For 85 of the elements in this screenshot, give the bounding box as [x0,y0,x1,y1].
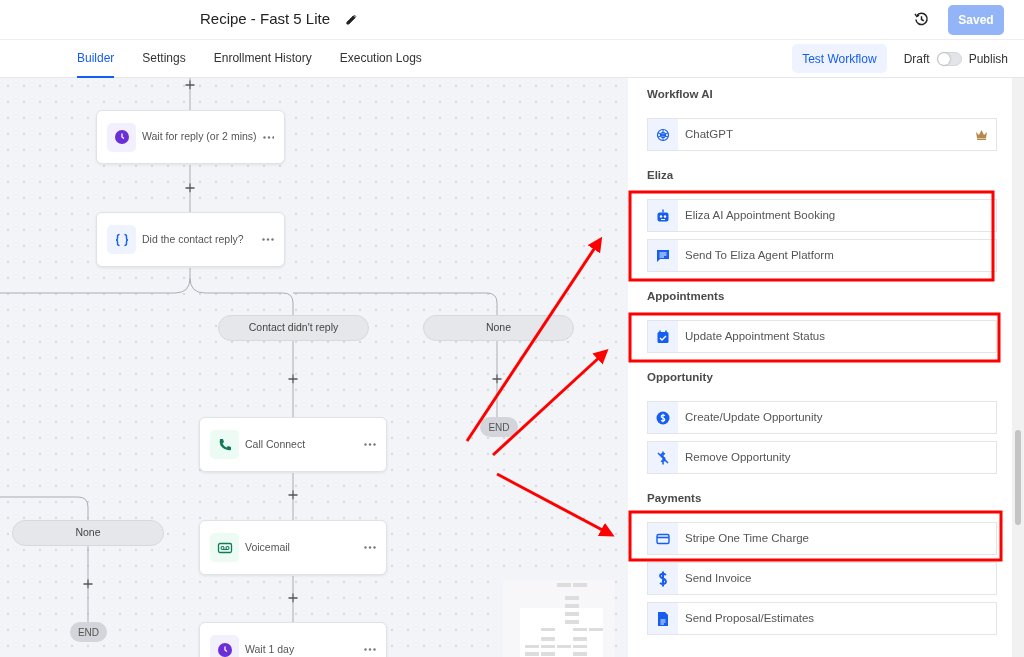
action-label: ChatGPT [685,126,734,142]
end-marker: END [480,417,518,437]
add-step-icon[interactable] [287,592,299,604]
scrollbar[interactable] [1012,78,1024,657]
step-label: Voicemail [245,539,291,555]
action-item[interactable]: Send Proposal/Estimates [647,602,997,635]
step-card[interactable]: Did the contact reply? [96,212,285,267]
branch-pill[interactable]: None [12,520,164,546]
action-label: Stripe One Time Charge [685,530,810,546]
test-workflow-button[interactable]: Test Workflow [792,44,887,73]
action-item[interactable]: ChatGPT [647,118,997,151]
action-label: Remove Opportunity [685,449,792,465]
step-card[interactable]: Wait 1 day [199,622,387,657]
connector-line [292,383,294,418]
action-item[interactable]: Stripe One Time Charge [647,522,997,555]
action-label: Create/Update Opportunity [685,409,824,425]
draft-label: Draft [903,50,930,68]
section-heading: Payments [647,491,703,505]
connector-line [189,89,191,111]
action-item[interactable]: Send Invoice [647,562,997,595]
connector-line [292,575,294,595]
connector-line [496,383,498,418]
step-card[interactable]: Wait for reply (or 2 mins) [96,110,285,164]
connector-line [292,602,294,623]
action-item[interactable]: Remove Opportunity [647,441,997,474]
robot-icon [655,207,671,224]
edit-icon[interactable] [346,14,358,25]
dollar-off-icon [655,449,671,466]
connector-line [87,588,89,623]
add-step-icon[interactable] [184,79,196,91]
connector-line [292,340,294,376]
action-label: Send To Eliza Agent Platform [685,247,835,263]
publish-toggle[interactable] [936,51,962,66]
calendar-check-icon [655,328,671,345]
action-label: Eliza AI Appointment Booking [685,207,837,223]
tab[interactable]: Execution Logs [339,39,422,78]
braces-icon [113,231,130,248]
branch-pill[interactable]: None [423,315,574,341]
section-heading: Appointments [647,289,726,303]
action-label: Update Appointment Status [685,328,826,344]
action-item[interactable]: Send To Eliza Agent Platform [647,239,997,272]
publish-label: Publish [968,50,1008,68]
branch-pill[interactable]: Contact didn't reply [218,315,369,341]
section-heading: Eliza [647,168,675,182]
more-icon[interactable] [262,238,274,241]
clock-icon [113,129,130,145]
clock-icon [216,641,233,657]
connector-line [189,164,191,185]
connector-line [292,499,294,521]
step-card[interactable]: Voicemail [199,520,387,575]
step-label: Wait 1 day [245,641,296,657]
add-step-icon[interactable] [82,578,94,590]
more-icon[interactable] [364,443,376,446]
connector-line [189,78,191,82]
add-step-icon[interactable] [491,373,503,385]
section-heading: Workflow AI [647,87,714,101]
action-item[interactable]: Update Appointment Status [647,320,997,353]
connector-line [496,340,498,376]
tab[interactable]: Enrollment History [213,39,312,78]
connector-line [292,472,294,492]
section-heading: Opportunity [647,370,714,384]
action-item[interactable]: Eliza AI Appointment Booking [647,199,997,232]
history-icon[interactable] [914,12,929,27]
add-step-icon[interactable] [287,489,299,501]
connector-line [87,545,89,581]
step-label: Did the contact reply? [142,231,245,247]
more-icon[interactable] [364,648,376,651]
action-label: Send Proposal/Estimates [685,610,816,626]
add-step-icon[interactable] [287,373,299,385]
step-card[interactable]: Call Connect [199,417,387,472]
more-icon[interactable] [262,135,274,139]
workflow-title: Recipe - Fast 5 Lite [200,9,331,30]
end-marker: END [70,622,107,642]
chat-icon [655,247,671,264]
more-icon[interactable] [364,546,376,549]
chatbot-icon [655,126,671,143]
document-icon [655,610,671,627]
step-label: Wait for reply (or 2 mins) [142,129,257,145]
action-label: Send Invoice [685,570,753,586]
connector-line [189,192,191,213]
dollar-circle-icon [655,409,671,426]
step-label: Call Connect [245,436,307,452]
tab[interactable]: Settings [142,39,186,78]
action-item[interactable]: Create/Update Opportunity [647,401,997,434]
add-step-icon[interactable] [184,182,196,194]
